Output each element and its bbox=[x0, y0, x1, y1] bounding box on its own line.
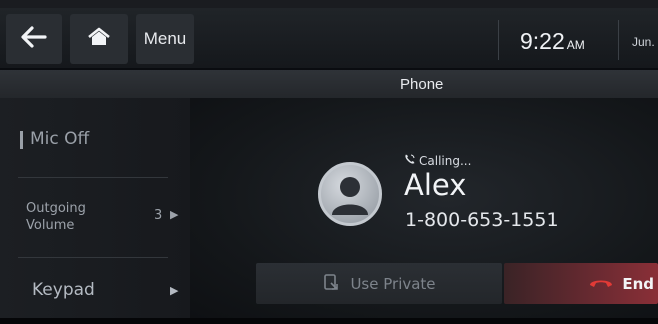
screen-bezel-bottom bbox=[0, 318, 658, 324]
home-icon bbox=[87, 27, 111, 51]
handset-private-icon bbox=[322, 273, 340, 295]
back-button[interactable] bbox=[6, 14, 62, 64]
keypad-button[interactable]: Keypad ▶ bbox=[0, 258, 190, 318]
divider bbox=[498, 20, 499, 60]
menu-button[interactable]: Menu bbox=[136, 14, 194, 64]
outgoing-volume-label: Outgoing Volume bbox=[26, 201, 86, 233]
chevron-right-icon: ▶ bbox=[170, 208, 179, 221]
mic-off-button[interactable]: Mic Off bbox=[0, 98, 190, 178]
home-button[interactable] bbox=[70, 14, 128, 64]
outgoing-volume-button[interactable]: Outgoing Volume 3 ▶ bbox=[0, 178, 190, 258]
page-title: Phone bbox=[400, 76, 444, 93]
divider bbox=[618, 20, 619, 60]
clock-time: 9:22 bbox=[520, 28, 565, 54]
phone-calling-icon bbox=[404, 153, 416, 168]
date: Jun. bbox=[632, 35, 655, 49]
use-private-button[interactable]: Use Private bbox=[256, 263, 502, 304]
use-private-label: Use Private bbox=[350, 274, 436, 293]
screen-bezel-top bbox=[0, 0, 658, 8]
call-status: Calling... bbox=[404, 153, 471, 168]
contact-avatar-icon bbox=[318, 162, 382, 226]
contact-name: Alex bbox=[404, 168, 467, 202]
outgoing-volume-value: 3 bbox=[154, 208, 163, 223]
end-call-button[interactable]: End bbox=[504, 263, 658, 304]
status-bar: Menu 9:22 AM Jun. bbox=[0, 8, 658, 68]
chevron-right-icon: ▶ bbox=[170, 284, 179, 297]
end-call-icon bbox=[588, 274, 614, 293]
phone-number: 1-800-653-1551 bbox=[405, 209, 559, 231]
clock-ampm: AM bbox=[566, 38, 585, 52]
end-call-label: End bbox=[622, 274, 654, 293]
title-bar: Phone bbox=[0, 70, 658, 98]
call-status-text: Calling... bbox=[419, 153, 472, 168]
mic-off-indicator bbox=[20, 131, 23, 149]
keypad-label: Keypad bbox=[32, 280, 95, 300]
mic-off-label: Mic Off bbox=[30, 129, 90, 149]
back-arrow-icon bbox=[21, 26, 47, 52]
side-menu: Mic Off Outgoing Volume 3 ▶ Keypad ▶ bbox=[0, 98, 190, 318]
clock: 9:22 AM bbox=[520, 28, 585, 55]
